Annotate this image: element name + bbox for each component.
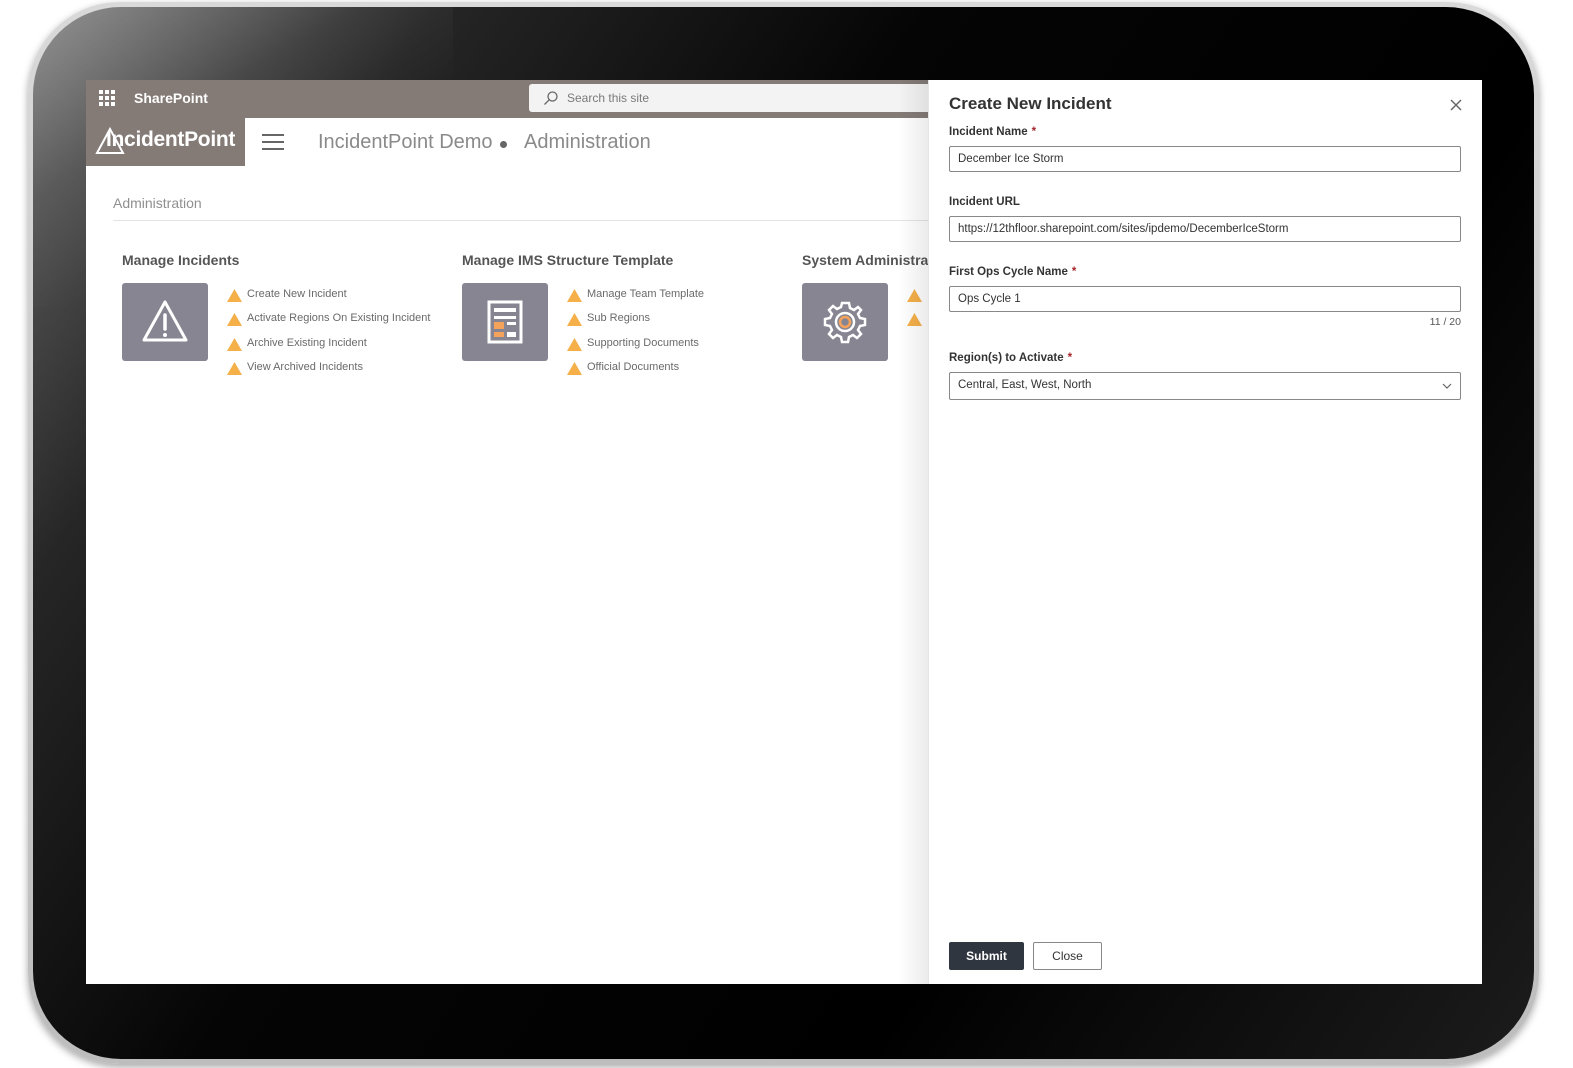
warning-bullet-icon	[567, 313, 582, 327]
required-marker: *	[1067, 352, 1073, 364]
incident-url-label: Incident URL	[949, 196, 1020, 208]
incident-name-label: Incident Name *	[949, 126, 1037, 138]
page-title: Administration	[113, 195, 202, 211]
logo-text: IncidentPoint	[106, 128, 236, 151]
incident-url-input[interactable]	[949, 216, 1461, 242]
panel-shadow	[898, 80, 928, 984]
warning-bullet-icon	[567, 337, 582, 351]
ims-template-tile[interactable]	[462, 283, 548, 361]
app-launcher-icon[interactable]	[99, 90, 115, 106]
required-marker: *	[1071, 266, 1077, 278]
manage-incidents-tile[interactable]	[122, 283, 208, 361]
ops-cycle-label: First Ops Cycle Name *	[949, 266, 1077, 278]
link-label: Manage Team Template	[587, 288, 704, 300]
breadcrumb-separator	[500, 141, 507, 148]
incident-name-input[interactable]	[949, 146, 1461, 172]
link-label: Activate Regions On Existing Incident	[247, 312, 431, 325]
template-icon	[487, 300, 523, 344]
character-counter: 11 / 20	[1429, 316, 1461, 328]
site-header: IncidentPoint IncidentPoint Demo Adminis…	[86, 118, 928, 166]
link-label: View Archived Incidents	[247, 360, 363, 373]
warning-bullet-icon	[567, 361, 582, 375]
search-icon	[544, 91, 558, 105]
hamburger-menu-icon[interactable]	[262, 134, 284, 150]
gear-icon	[823, 301, 867, 344]
site-logo[interactable]: IncidentPoint	[86, 118, 245, 166]
warning-bullet-icon	[227, 337, 242, 351]
create-incident-panel: Create New Incident Incident Name* Incid…	[928, 80, 1482, 984]
app-name[interactable]: SharePoint	[134, 90, 208, 106]
link-label: Supporting Documents	[587, 336, 699, 349]
close-icon[interactable]	[1449, 98, 1463, 112]
regions-dropdown[interactable]: Central, East, West, North	[949, 372, 1461, 400]
warning-bullet-icon	[567, 289, 582, 302]
ops-cycle-input[interactable]	[949, 286, 1461, 312]
search-box[interactable]	[529, 84, 949, 112]
divider	[113, 220, 928, 221]
breadcrumb-current[interactable]: Administration	[524, 131, 651, 154]
breadcrumb-site[interactable]: IncidentPoint Demo	[318, 131, 493, 154]
chevron-down-icon	[1442, 383, 1452, 389]
regions-selected-value: Central, East, West, North	[958, 379, 1092, 391]
link-label: Official Documents	[587, 360, 680, 373]
link-label: Sub Regions	[587, 312, 650, 325]
warning-bullet-icon	[227, 361, 242, 375]
submit-button[interactable]: Submit	[949, 942, 1024, 970]
link-label: Create New Incident	[247, 288, 347, 300]
warning-bullet-icon	[227, 313, 242, 327]
section-title-ims-template: Manage IMS Structure Template	[462, 252, 674, 268]
warning-icon	[142, 300, 188, 342]
required-marker: *	[1031, 126, 1037, 138]
regions-label: Region(s) to Activate *	[949, 352, 1073, 364]
search-input[interactable]	[567, 84, 927, 112]
close-button[interactable]: Close	[1033, 942, 1102, 970]
warning-bullet-icon	[227, 289, 242, 302]
section-title-manage-incidents: Manage Incidents	[122, 252, 240, 268]
suite-bar: SharePoint	[86, 80, 949, 118]
system-administration-tile[interactable]	[802, 283, 888, 361]
link-label: Archive Existing Incident	[247, 336, 367, 349]
panel-title: Create New Incident	[949, 94, 1112, 113]
screen: SharePoint IncidentPoint IncidentPoint D…	[86, 80, 1482, 984]
